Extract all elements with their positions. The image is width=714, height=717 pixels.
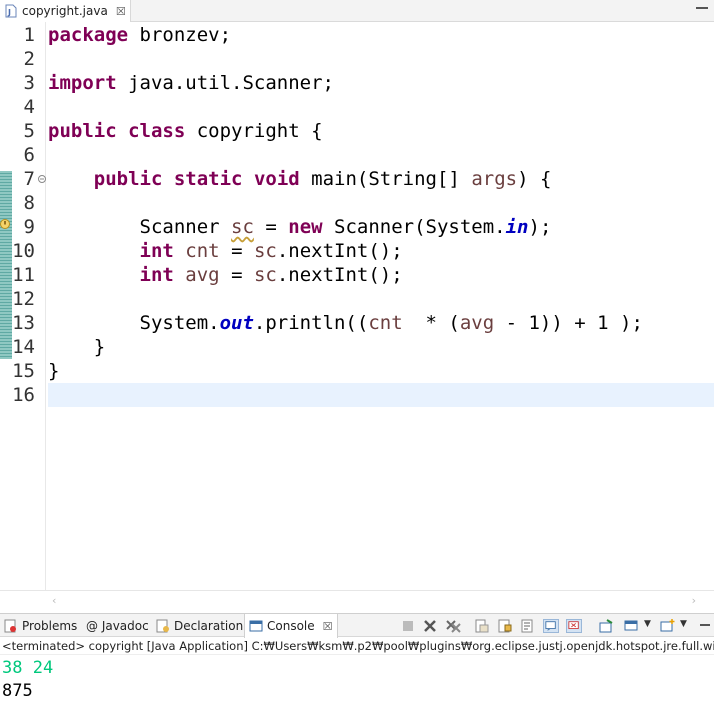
line-number: 10 bbox=[12, 240, 35, 262]
close-icon[interactable]: ☒ bbox=[323, 620, 333, 633]
tab-declaration[interactable]: Declaration bbox=[156, 614, 243, 638]
tab-console[interactable]: Console ☒ bbox=[244, 614, 338, 638]
code-line-14: } bbox=[48, 336, 106, 358]
code-line-11: int avg = sc.nextInt(); bbox=[139, 264, 403, 286]
close-icon[interactable]: ☒ bbox=[116, 5, 126, 18]
code-line-3: import java.util.Scanner; bbox=[48, 72, 334, 94]
code-line-7: public static void main(String[] args) { bbox=[93, 168, 552, 190]
console-launch-description: <terminated> copyright [Java Application… bbox=[0, 639, 714, 655]
code-line-10: int cnt = sc.nextInt(); bbox=[139, 240, 403, 262]
warning-icon bbox=[0, 219, 10, 229]
display-selected-console-icon[interactable] bbox=[624, 619, 640, 633]
line-number-ruler: 1 2 3 4 5 6 7 8 9 10 11 12 13 14 15 16 bbox=[12, 22, 46, 592]
svg-text:J: J bbox=[7, 8, 11, 17]
line-number: 7 bbox=[23, 168, 35, 190]
line-number: 16 bbox=[12, 384, 35, 406]
word-wrap-icon[interactable] bbox=[520, 619, 536, 633]
minimize-icon[interactable] bbox=[696, 2, 708, 12]
show-console-stderr-icon[interactable] bbox=[566, 619, 582, 633]
editor-tab-label: copyright.java bbox=[22, 4, 108, 18]
console-input-line: 38 24 bbox=[2, 658, 54, 678]
line-number: 15 bbox=[12, 360, 35, 382]
tab-javadoc[interactable]: @ Javadoc bbox=[86, 614, 149, 638]
code-line-13: System.out.println((cnt * (avg - 1)) + 1… bbox=[48, 312, 643, 334]
tab-problems[interactable]: Problems bbox=[4, 614, 77, 638]
line-number: 3 bbox=[23, 72, 35, 94]
chevron-down-icon[interactable]: ▼ bbox=[680, 619, 687, 629]
console-output-line: 875 bbox=[2, 681, 33, 701]
scroll-lock-icon[interactable] bbox=[497, 619, 513, 633]
tab-label: Console bbox=[267, 619, 315, 633]
editor-tab-copyright-java[interactable]: J copyright.java ☒ bbox=[0, 0, 131, 22]
declaration-icon bbox=[156, 619, 170, 633]
line-number: 12 bbox=[12, 288, 35, 310]
line-number: 14 bbox=[12, 336, 35, 358]
console-icon bbox=[249, 619, 263, 633]
code-line-5: public class copyright { bbox=[48, 120, 323, 142]
quick-diff-ruler bbox=[0, 171, 12, 359]
remove-launch-icon[interactable] bbox=[422, 619, 438, 633]
pin-console-icon[interactable] bbox=[598, 619, 614, 633]
problems-icon bbox=[4, 619, 18, 633]
scroll-left-icon[interactable]: ‹ bbox=[52, 594, 56, 607]
terminate-icon[interactable] bbox=[400, 619, 416, 633]
code-editor[interactable]: 1 2 3 4 5 6 7 8 9 10 11 12 13 14 15 16 p… bbox=[0, 22, 714, 592]
minimize-icon[interactable] bbox=[700, 624, 710, 626]
line-number: 9 bbox=[23, 216, 35, 238]
code-line-9: Scanner sc = new Scanner(System.in); bbox=[48, 216, 552, 238]
line-number: 4 bbox=[23, 96, 35, 118]
line-number: 6 bbox=[23, 144, 35, 166]
line-number: 8 bbox=[23, 192, 35, 214]
current-line-highlight bbox=[48, 383, 714, 407]
tab-label: Declaration bbox=[174, 619, 244, 633]
chevron-down-icon[interactable]: ▼ bbox=[644, 619, 651, 629]
horizontal-scrollbar[interactable]: ‹ › bbox=[0, 590, 714, 607]
tab-label: @ Javadoc bbox=[86, 619, 149, 633]
line-number: 5 bbox=[23, 120, 35, 142]
show-console-stdout-icon[interactable] bbox=[543, 619, 559, 633]
code-line-1: package bronzev; bbox=[48, 24, 232, 46]
editor-tab-bar: J copyright.java ☒ bbox=[0, 0, 714, 22]
line-number: 1 bbox=[23, 24, 35, 46]
java-file-icon: J bbox=[5, 4, 17, 18]
line-number: 13 bbox=[12, 312, 35, 334]
scroll-right-icon[interactable]: › bbox=[692, 594, 696, 607]
tab-label: Problems bbox=[22, 619, 78, 633]
open-console-icon[interactable] bbox=[660, 619, 676, 633]
code-line-15: } bbox=[48, 360, 60, 382]
line-number: 11 bbox=[12, 264, 35, 286]
panel-tab-bar: Problems @ Javadoc Declaration Console ☒… bbox=[0, 613, 714, 638]
line-number: 2 bbox=[23, 48, 35, 70]
clear-console-icon[interactable] bbox=[474, 619, 490, 633]
remove-all-terminated-icon[interactable] bbox=[445, 619, 461, 633]
fold-collapse-icon[interactable] bbox=[37, 174, 47, 184]
